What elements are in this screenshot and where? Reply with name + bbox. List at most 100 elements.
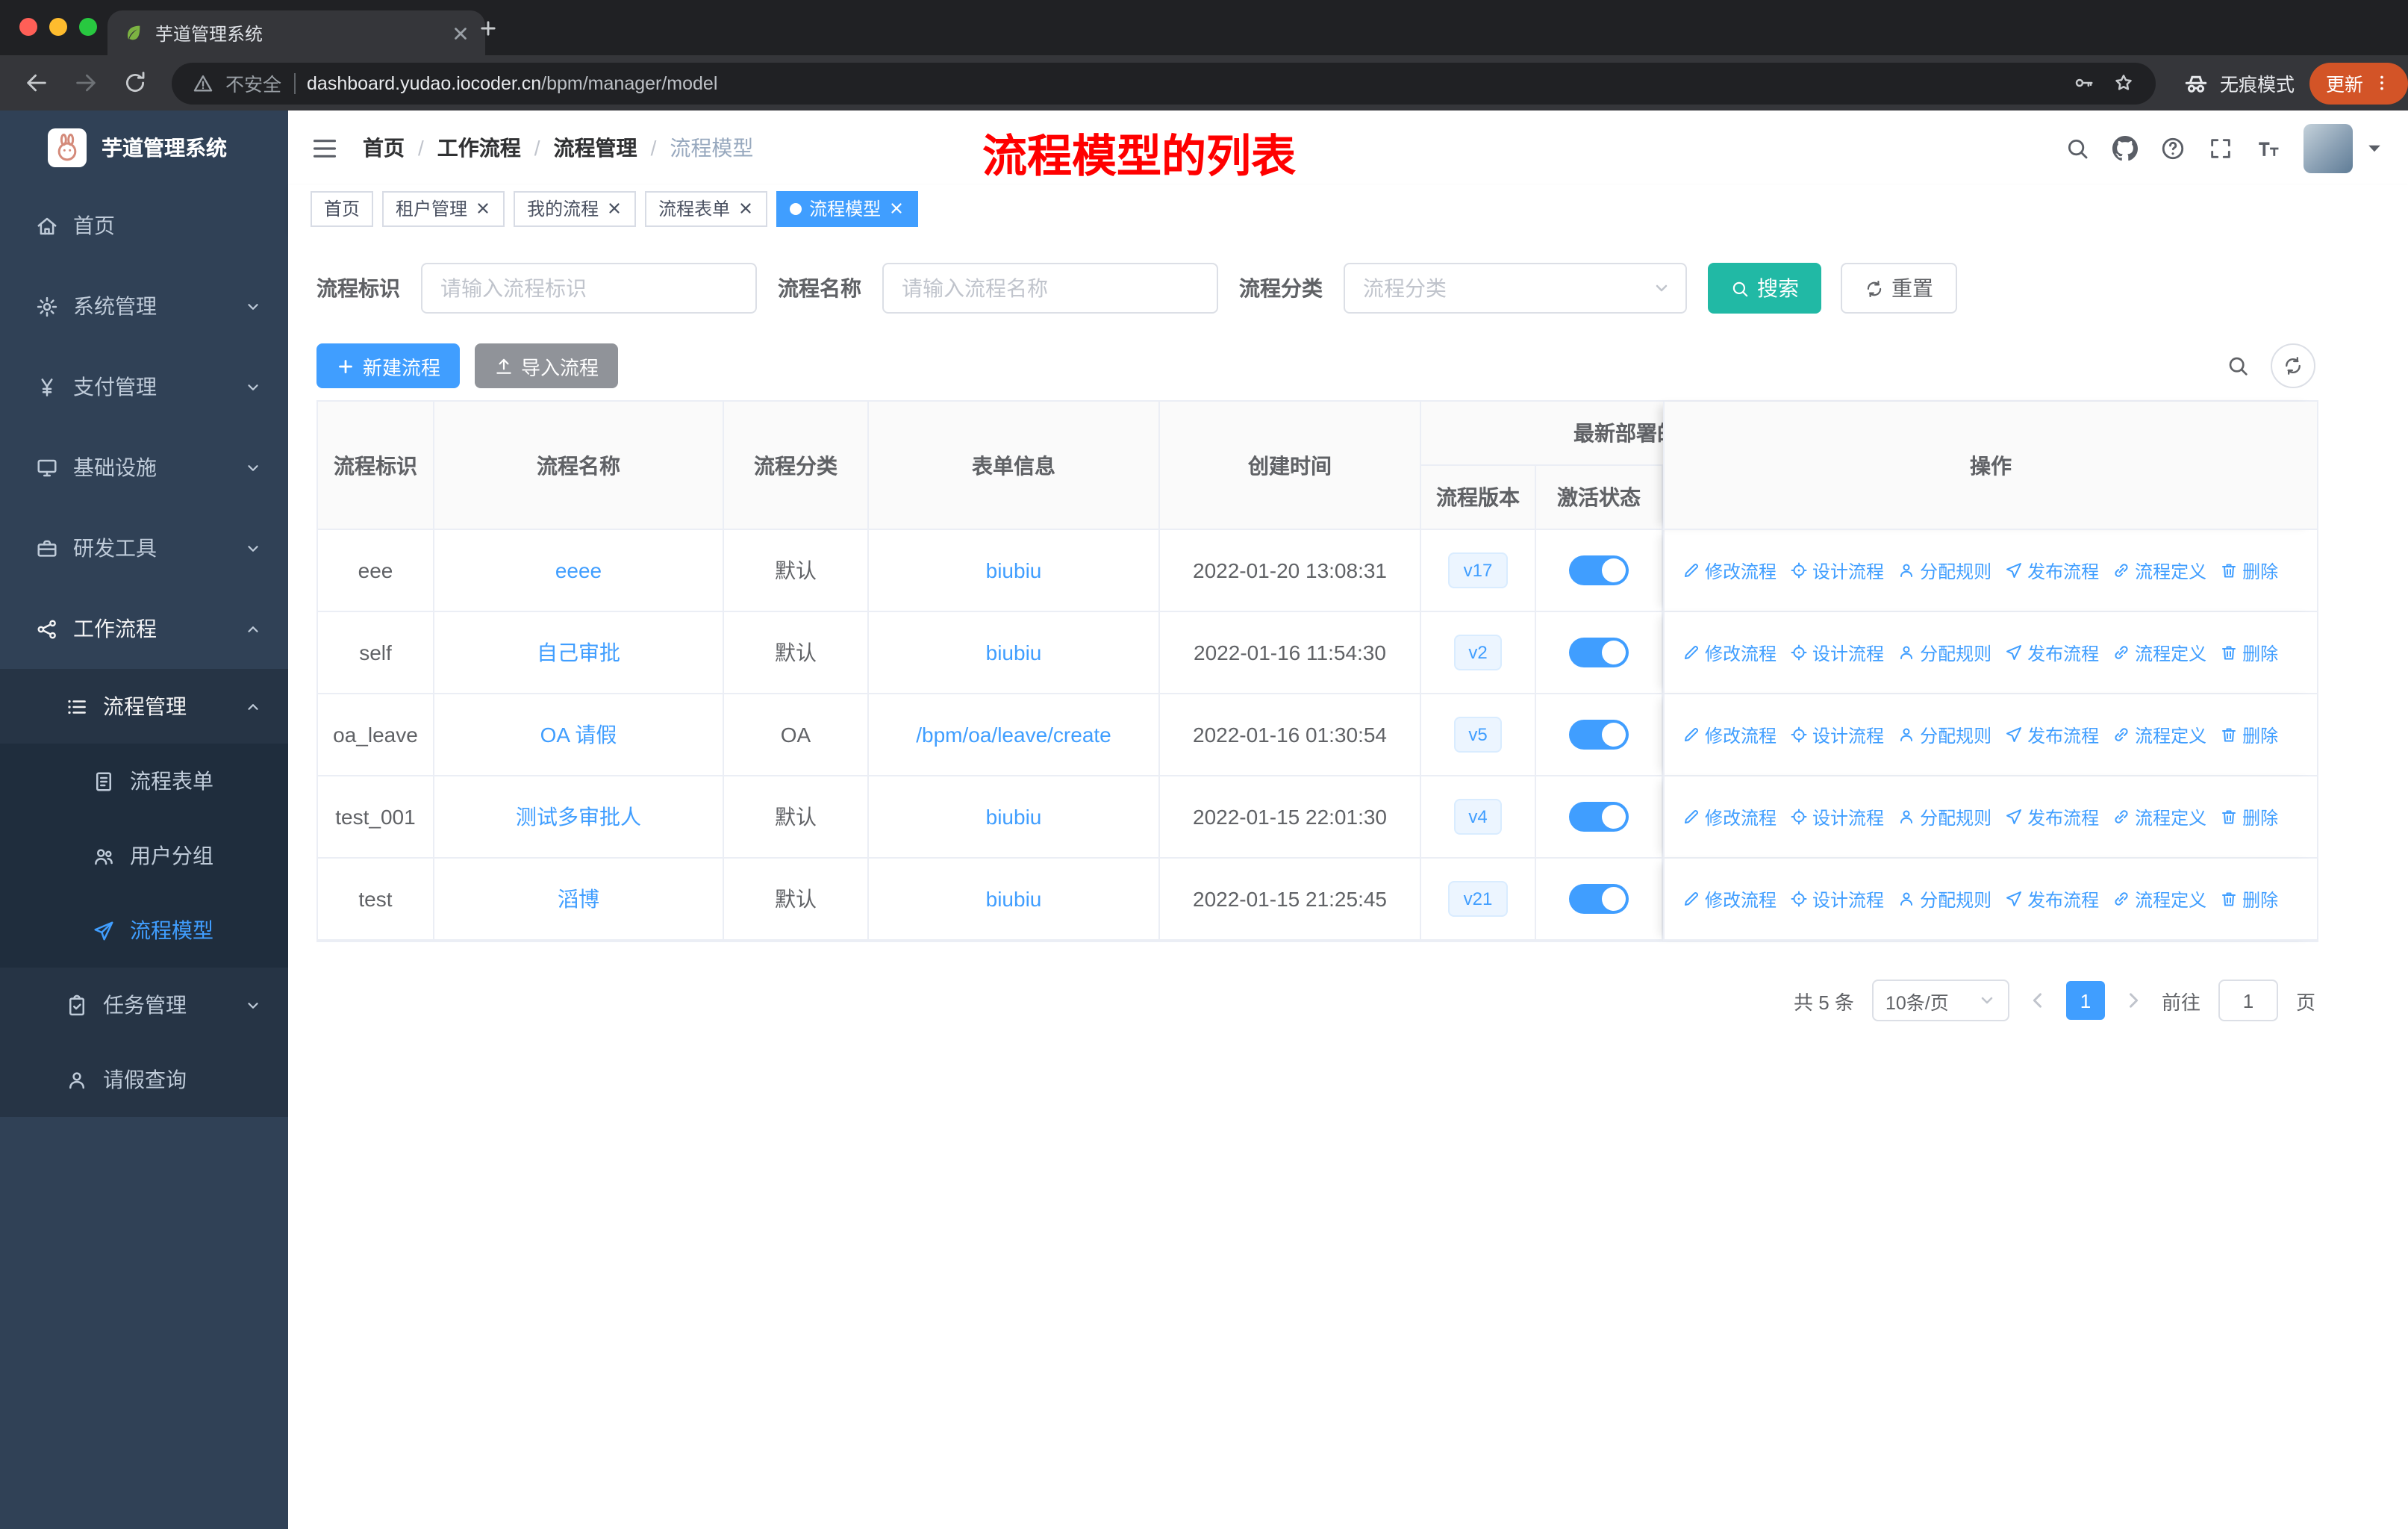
fontsize-icon[interactable] — [2256, 135, 2281, 161]
action-delete[interactable]: 删除 — [2220, 886, 2278, 912]
new-tab-button[interactable] — [478, 18, 499, 39]
sidebar-item[interactable]: 用户分组 — [0, 818, 288, 893]
action-publish[interactable]: 发布流程 — [2005, 640, 2099, 665]
fullscreen-icon[interactable] — [2208, 135, 2233, 161]
sidebar-item[interactable]: 系统管理 — [0, 266, 288, 346]
refresh-table-button[interactable] — [2271, 343, 2315, 388]
action-design[interactable]: 设计流程 — [1790, 804, 1884, 829]
breadcrumb-item[interactable]: 首页 — [363, 133, 405, 163]
tag-item[interactable]: 首页 — [311, 190, 374, 226]
sidebar-item[interactable]: 基础设施 — [0, 427, 288, 508]
action-definition[interactable]: 流程定义 — [2112, 722, 2206, 747]
active-toggle[interactable] — [1569, 638, 1629, 667]
process-name-link[interactable]: OA 请假 — [540, 720, 617, 750]
page-number[interactable]: 1 — [2065, 981, 2105, 1020]
form-link[interactable]: biubiu — [986, 558, 1042, 582]
tag-close-icon[interactable] — [737, 200, 754, 217]
reset-button[interactable]: 重置 — [1841, 263, 1957, 314]
reload-icon[interactable] — [122, 70, 148, 96]
breadcrumb-item[interactable]: 流程管理 — [554, 133, 637, 163]
process-id-input[interactable] — [421, 263, 757, 314]
window-zoom-button[interactable] — [79, 18, 97, 36]
tag-item[interactable]: 流程表单 — [645, 190, 768, 226]
update-button[interactable]: 更新 — [2309, 62, 2408, 104]
process-name-link[interactable]: 自己审批 — [537, 638, 620, 667]
action-assign[interactable]: 分配规则 — [1897, 640, 1991, 665]
action-delete[interactable]: 删除 — [2220, 558, 2278, 583]
action-edit[interactable]: 修改流程 — [1682, 804, 1777, 829]
category-select[interactable]: 流程分类 — [1344, 263, 1687, 314]
sidebar-item[interactable]: 流程表单 — [0, 744, 288, 818]
action-publish[interactable]: 发布流程 — [2005, 722, 2099, 747]
action-edit[interactable]: 修改流程 — [1682, 722, 1777, 747]
hamburger-icon[interactable] — [311, 134, 339, 162]
process-name-link[interactable]: 测试多审批人 — [516, 802, 641, 832]
forward-icon[interactable] — [73, 70, 99, 96]
action-assign[interactable]: 分配规则 — [1897, 558, 1991, 583]
action-edit[interactable]: 修改流程 — [1682, 640, 1777, 665]
window-minimize-button[interactable] — [49, 18, 67, 36]
import-process-button[interactable]: 导入流程 — [475, 343, 619, 388]
goto-page-input[interactable] — [2218, 980, 2278, 1021]
browser-tab[interactable]: 芋道管理系统 — [107, 10, 485, 55]
action-design[interactable]: 设计流程 — [1790, 722, 1884, 747]
breadcrumb-item[interactable]: 工作流程 — [437, 133, 521, 163]
action-publish[interactable]: 发布流程 — [2005, 558, 2099, 583]
action-publish[interactable]: 发布流程 — [2005, 804, 2099, 829]
action-assign[interactable]: 分配规则 — [1897, 886, 1991, 912]
sidebar-item[interactable]: 支付管理 — [0, 346, 288, 427]
action-delete[interactable]: 删除 — [2220, 804, 2278, 829]
sidebar-item[interactable]: 流程管理 — [0, 669, 288, 744]
action-assign[interactable]: 分配规则 — [1897, 804, 1991, 829]
address-bar[interactable]: 不安全 dashboard.yudao.iocoder.cn/bpm/manag… — [172, 62, 2156, 104]
sidebar-item[interactable]: 流程模型 — [0, 893, 288, 968]
action-publish[interactable]: 发布流程 — [2005, 886, 2099, 912]
tag-item[interactable]: 租户管理 — [382, 190, 505, 226]
active-toggle[interactable] — [1569, 720, 1629, 750]
action-definition[interactable]: 流程定义 — [2112, 804, 2206, 829]
form-link[interactable]: /bpm/oa/leave/create — [916, 723, 1111, 747]
process-name-input[interactable] — [882, 263, 1218, 314]
app-logo[interactable]: 芋道管理系统 — [0, 110, 288, 185]
key-icon[interactable] — [2072, 72, 2094, 94]
action-design[interactable]: 设计流程 — [1790, 640, 1884, 665]
page-size-select[interactable]: 10条/页 — [1871, 980, 2009, 1021]
next-page-icon[interactable] — [2123, 990, 2144, 1011]
browser-menu-icon[interactable] — [2372, 73, 2392, 93]
sidebar-item[interactable]: 工作流程 — [0, 588, 288, 669]
action-design[interactable]: 设计流程 — [1790, 558, 1884, 583]
form-link[interactable]: biubiu — [986, 887, 1042, 911]
help-icon[interactable] — [2160, 135, 2186, 161]
tag-item[interactable]: 我的流程 — [514, 190, 637, 226]
action-definition[interactable]: 流程定义 — [2112, 640, 2206, 665]
sidebar-item[interactable]: 首页 — [0, 185, 288, 266]
search-button[interactable]: 搜索 — [1708, 263, 1821, 314]
back-icon[interactable] — [24, 70, 49, 96]
sidebar-item[interactable]: 研发工具 — [0, 508, 288, 588]
active-toggle[interactable] — [1569, 884, 1629, 914]
search-icon[interactable] — [2065, 135, 2090, 161]
active-toggle[interactable] — [1569, 802, 1629, 832]
tag-item[interactable]: 流程模型 — [776, 190, 919, 226]
avatar[interactable] — [2303, 123, 2353, 172]
action-delete[interactable]: 删除 — [2220, 640, 2278, 665]
action-definition[interactable]: 流程定义 — [2112, 886, 2206, 912]
tab-close-icon[interactable] — [451, 23, 470, 43]
action-edit[interactable]: 修改流程 — [1682, 886, 1777, 912]
process-name-link[interactable]: 滔博 — [558, 884, 599, 914]
form-link[interactable]: biubiu — [986, 641, 1042, 664]
action-delete[interactable]: 删除 — [2220, 722, 2278, 747]
star-icon[interactable] — [2112, 72, 2135, 94]
active-toggle[interactable] — [1569, 555, 1629, 585]
action-design[interactable]: 设计流程 — [1790, 886, 1884, 912]
tag-close-icon[interactable] — [606, 200, 623, 217]
create-process-button[interactable]: 新建流程 — [316, 343, 461, 388]
action-edit[interactable]: 修改流程 — [1682, 558, 1777, 583]
github-icon[interactable] — [2112, 135, 2138, 161]
action-assign[interactable]: 分配规则 — [1897, 722, 1991, 747]
window-close-button[interactable] — [19, 18, 37, 36]
prev-page-icon[interactable] — [2027, 990, 2048, 1011]
sidebar-item[interactable]: 请假查询 — [0, 1042, 288, 1117]
tag-close-icon[interactable] — [888, 200, 905, 217]
action-definition[interactable]: 流程定义 — [2112, 558, 2206, 583]
